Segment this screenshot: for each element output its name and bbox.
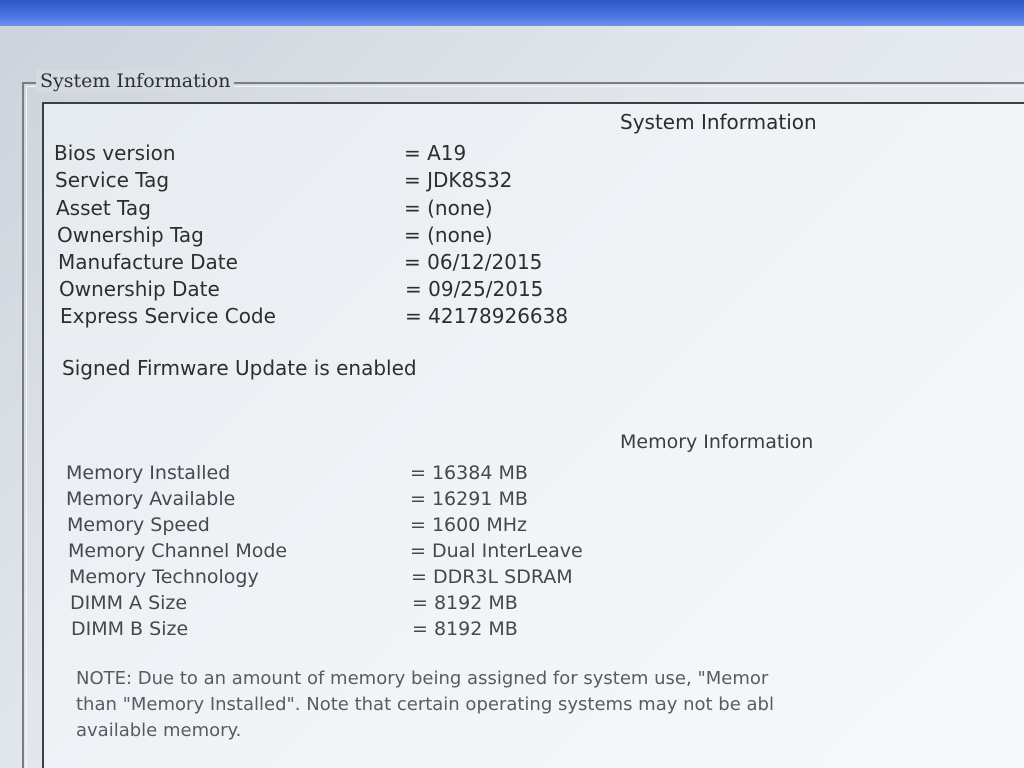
info-value: = 06/12/2015 <box>404 250 543 274</box>
info-label: Ownership Tag <box>57 223 204 247</box>
memory-information-title: Memory Information <box>620 431 814 453</box>
info-value: = (none) <box>404 223 493 247</box>
info-value: = A19 <box>404 141 467 165</box>
memory-label: DIMM B Size <box>71 618 189 640</box>
memory-value: = 8192 MB <box>412 618 518 640</box>
info-label: Express Service Code <box>60 304 276 328</box>
memory-note-line: NOTE: Due to an amount of memory being a… <box>76 668 769 689</box>
memory-note: NOTE: Due to an amount of memory being a… <box>76 666 1016 744</box>
memory-note-line: than "Memory Installed". Note that certa… <box>76 694 774 715</box>
groupbox-legend: System Information <box>36 70 235 92</box>
memory-value: = Dual InterLeave <box>410 540 583 562</box>
memory-value: = DDR3L SDRAM <box>411 566 573 588</box>
info-label: Service Tag <box>55 168 170 192</box>
signed-firmware-status: Signed Firmware Update is enabled <box>62 356 417 380</box>
info-value: = 42178926638 <box>405 304 569 328</box>
memory-label: Memory Channel Mode <box>68 540 288 562</box>
memory-note-line: available memory. <box>76 720 242 741</box>
info-label: Ownership Date <box>59 277 220 301</box>
memory-value: = 1600 MHz <box>410 514 528 536</box>
memory-value: = 8192 MB <box>412 592 518 614</box>
window-title-bar <box>0 0 1024 26</box>
info-label: Asset Tag <box>56 196 151 220</box>
memory-value: = 16291 MB <box>410 488 528 510</box>
system-information-title: System Information <box>620 110 817 134</box>
memory-value: = 16384 MB <box>410 462 528 484</box>
memory-label: DIMM A Size <box>70 592 188 614</box>
memory-label: Memory Technology <box>69 566 259 588</box>
memory-label: Memory Speed <box>67 514 210 536</box>
info-value: = 09/25/2015 <box>405 277 544 301</box>
info-label: Bios version <box>54 141 176 165</box>
info-label: Manufacture Date <box>58 250 238 274</box>
memory-label: Memory Available <box>66 488 236 510</box>
memory-label: Memory Installed <box>66 462 231 484</box>
info-value: = (none) <box>404 196 493 220</box>
info-value: = JDK8S32 <box>404 168 513 192</box>
